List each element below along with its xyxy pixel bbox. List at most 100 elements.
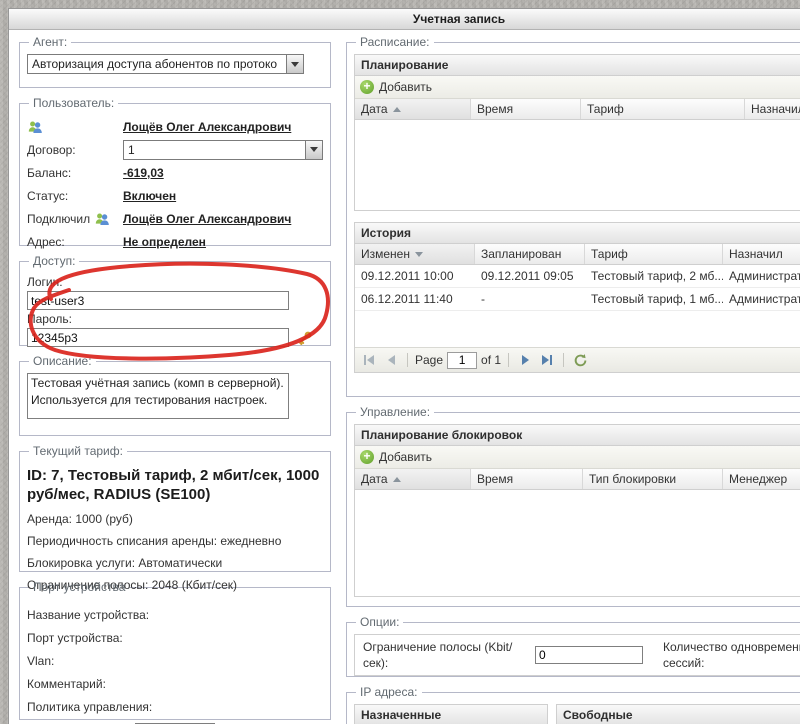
device-name-label: Название устройства: xyxy=(27,608,150,622)
history-row[interactable]: 09.12.2011 10:00 09.12.2011 09:05 Тестов… xyxy=(355,265,800,288)
planning-col-assigned-by[interactable]: Назначил xyxy=(745,99,800,119)
pager-first-icon[interactable] xyxy=(360,352,378,368)
planning-panel: Планирование Добавить Дата Время Тариф xyxy=(354,54,800,211)
planning-add-label: Добавить xyxy=(379,80,433,94)
pager-next-icon[interactable] xyxy=(516,352,534,368)
pager-last-icon[interactable] xyxy=(538,352,556,368)
description-legend: Описание: xyxy=(33,354,92,368)
planning-col-tariff[interactable]: Тариф xyxy=(581,99,745,119)
contract-selected-option: 1 xyxy=(128,142,135,157)
policy-label: Политика управления: xyxy=(27,700,153,714)
pager-page-label: Page xyxy=(415,353,444,367)
right-column: Расписание: Планирование Добавить Дата В xyxy=(346,35,800,724)
connected-by-label: Подключил xyxy=(27,211,91,226)
history-panel: История Изменен Запланирован Тариф Назна… xyxy=(354,222,800,373)
history-col-planned[interactable]: Запланирован xyxy=(475,244,585,264)
sort-asc-icon xyxy=(392,476,401,482)
schedule-legend: Расписание: xyxy=(360,35,430,49)
account-window: Учетная запись Агент: Авторизация доступ… xyxy=(8,8,800,724)
tariff-legend: Текущий тариф: xyxy=(33,444,123,458)
planning-add-button[interactable]: Добавить xyxy=(360,80,432,94)
schedule-fieldset: Расписание: Планирование Добавить Дата В xyxy=(346,35,800,397)
management-fieldset: Управление: Планирование блокировок Доба… xyxy=(346,405,800,607)
status-label: Статус: xyxy=(27,188,69,203)
free-ip-panel: Свободные xyxy=(556,704,800,724)
user-group-icon xyxy=(94,211,110,227)
pager-page-input[interactable] xyxy=(447,351,478,369)
history-col-tariff[interactable]: Тариф xyxy=(585,244,723,264)
blocking-panel: Планирование блокировок Добавить Дата Вр… xyxy=(354,424,800,597)
management-legend: Управление: xyxy=(360,405,431,419)
password-label: Пароль: xyxy=(27,312,72,326)
password-input[interactable] xyxy=(27,328,289,347)
device-port-label: Порт устройства: xyxy=(27,631,123,645)
history-grid-body xyxy=(355,311,800,347)
left-column: Агент: Авторизация доступа абонентов по … xyxy=(19,35,331,724)
agent-selected-option: Авторизация доступа абонентов по протоко xyxy=(32,57,277,71)
planning-grid-body xyxy=(355,120,800,210)
description-textarea[interactable]: Тестовая учётная запись (комп в серверно… xyxy=(27,373,289,419)
agent-select[interactable]: Авторизация доступа абонентов по протоко xyxy=(27,54,304,74)
login-label: Логин: xyxy=(27,275,63,289)
balance-link[interactable]: -619,03 xyxy=(123,166,164,180)
ip-addresses-fieldset: IP адреса: Назначенные Свободные xyxy=(346,685,800,724)
sort-desc-icon xyxy=(414,251,423,257)
window-title: Учетная запись xyxy=(9,9,800,30)
contract-label: Договор: xyxy=(27,142,76,157)
status-link[interactable]: Включен xyxy=(123,189,176,203)
free-ip-title: Свободные xyxy=(557,705,800,724)
history-col-assigned-by[interactable]: Назначил xyxy=(723,244,800,264)
pager-prev-icon[interactable] xyxy=(382,352,400,368)
history-col-changed[interactable]: Изменен xyxy=(355,244,475,264)
login-input[interactable] xyxy=(27,291,289,310)
user-legend: Пользователь: xyxy=(33,96,115,110)
tariff-periodicity: Периодичность списания аренды: ежедневно xyxy=(27,534,282,548)
agent-fieldset: Агент: Авторизация доступа абонентов по … xyxy=(19,35,331,88)
history-panel-title: История xyxy=(355,223,800,244)
blocking-col-manager[interactable]: Менеджер xyxy=(723,469,800,489)
agent-legend: Агент: xyxy=(33,35,68,49)
planning-col-date[interactable]: Дата xyxy=(355,99,471,119)
assigned-ip-panel: Назначенные xyxy=(354,704,548,724)
connected-by-link[interactable]: Лощёв Олег Александрович xyxy=(123,212,291,226)
ip-addresses-legend: IP адреса: xyxy=(360,685,418,699)
user-fieldset: Пользователь: Лощёв Олег Александрович Д… xyxy=(19,96,331,249)
contract-select[interactable]: 1 xyxy=(123,139,323,160)
blocking-add-label: Добавить xyxy=(379,450,433,464)
bandwidth-limit-label: Ограничение полосы (Kbit/сек): xyxy=(363,640,513,670)
refresh-icon[interactable] xyxy=(571,352,589,368)
description-fieldset: Описание: Тестовая учётная запись (комп … xyxy=(19,354,331,436)
blocking-col-type[interactable]: Тип блокировки xyxy=(583,469,723,489)
address-link[interactable]: Не определен xyxy=(123,235,206,249)
blocking-col-date[interactable]: Дата xyxy=(355,469,471,489)
bandwidth-limit-input[interactable] xyxy=(535,646,643,664)
tariff-rent: Аренда: 1000 (руб) xyxy=(27,512,133,526)
device-port-fieldset: Порт устройства Название устройства: Пор… xyxy=(19,580,331,724)
options-fieldset: Опции: Ограничение полосы (Kbit/сек): Ко… xyxy=(346,615,800,677)
key-icon[interactable] xyxy=(297,330,313,346)
blocking-panel-title: Планирование блокировок xyxy=(355,425,800,446)
blocking-col-time[interactable]: Время xyxy=(471,469,583,489)
add-icon xyxy=(360,80,374,94)
comment-label: Комментарий: xyxy=(27,677,106,691)
tariff-title: ID: 7, Тестовый тариф, 2 мбит/сек, 1000 … xyxy=(27,467,320,503)
tariff-fieldset: Текущий тариф: ID: 7, Тестовый тариф, 2 … xyxy=(19,444,331,592)
planning-col-time[interactable]: Время xyxy=(471,99,581,119)
balance-label: Баланс: xyxy=(27,165,72,180)
access-fieldset: Доступ: Логин: Пароль: xyxy=(19,254,331,347)
add-icon xyxy=(360,450,374,464)
sort-asc-icon xyxy=(392,106,401,112)
tariff-blocking: Блокировка услуги: Автоматически xyxy=(27,556,223,570)
user-group-icon xyxy=(27,119,43,135)
dropdown-arrow-icon[interactable] xyxy=(286,55,303,73)
options-legend: Опции: xyxy=(360,615,400,629)
user-name-link[interactable]: Лощёв Олег Александрович xyxy=(123,120,291,134)
sessions-count-label: Количество одновременных сессий: xyxy=(663,640,800,670)
planning-panel-title: Планирование xyxy=(355,55,800,76)
blocking-grid-body xyxy=(355,490,800,596)
pager-of-label: of 1 xyxy=(481,353,502,367)
assigned-ip-title: Назначенные xyxy=(355,705,547,724)
history-row[interactable]: 06.12.2011 11:40 - Тестовый тариф, 1 мб.… xyxy=(355,288,800,311)
dropdown-arrow-icon[interactable] xyxy=(305,140,322,159)
blocking-add-button[interactable]: Добавить xyxy=(360,450,432,464)
